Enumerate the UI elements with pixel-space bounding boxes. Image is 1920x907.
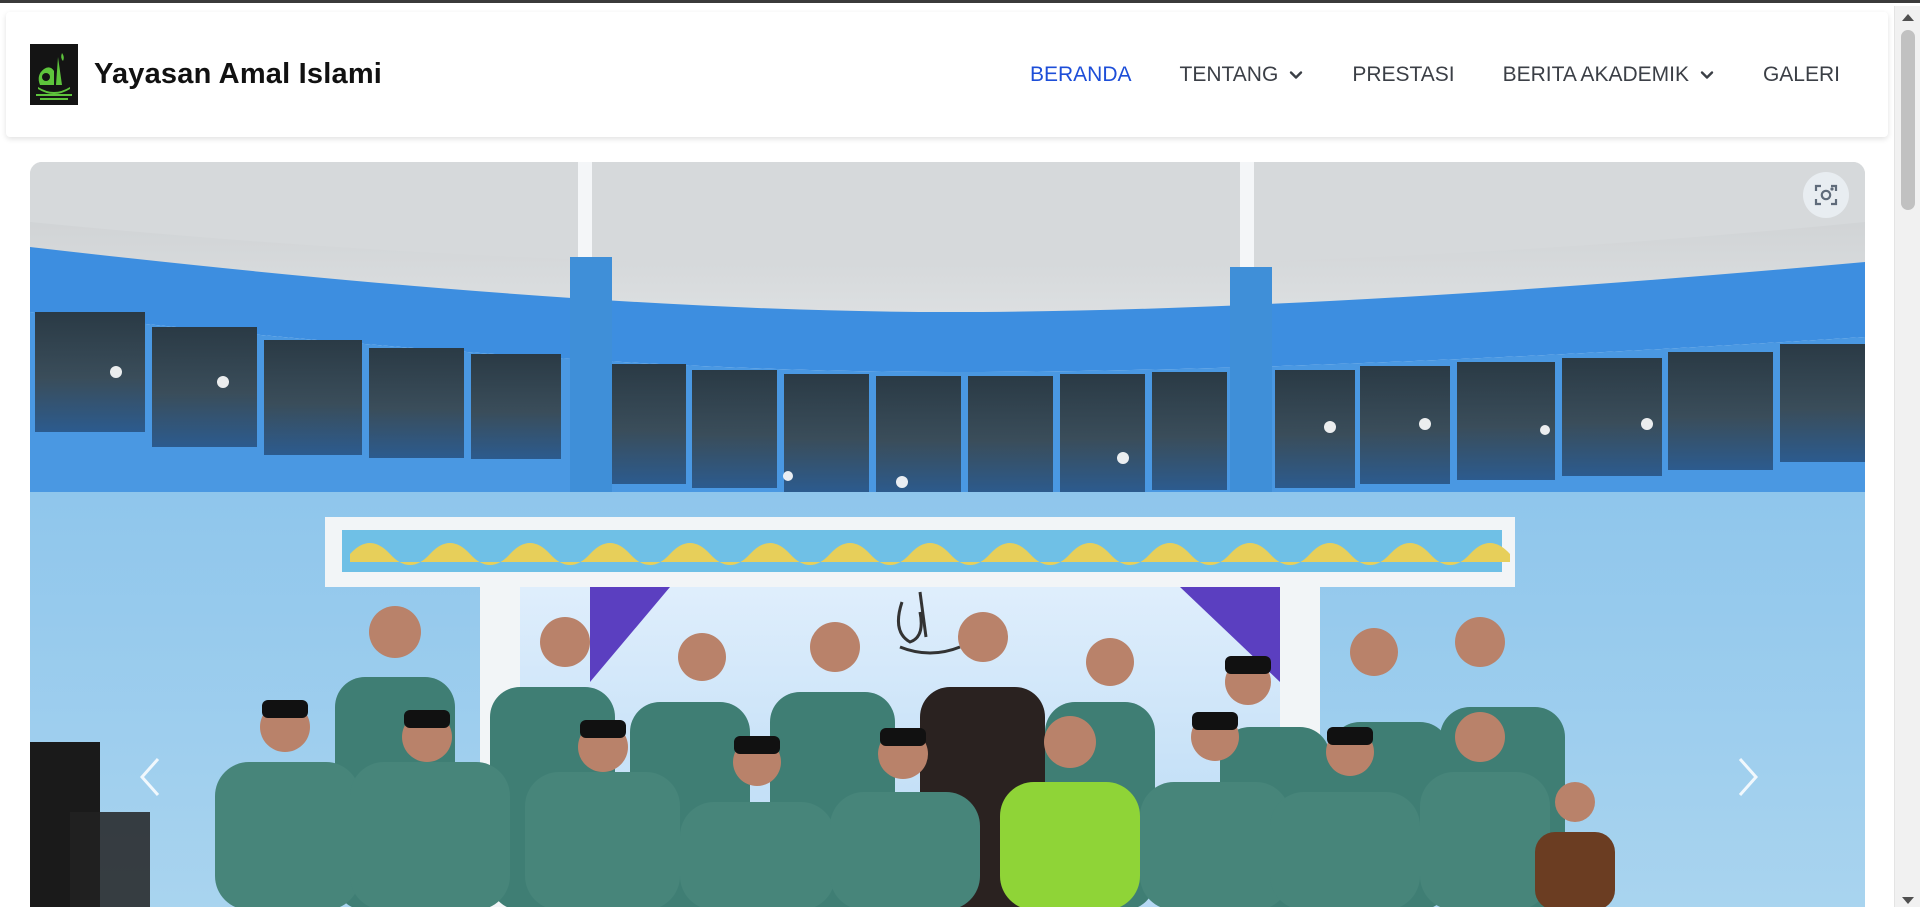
page-scrollbar[interactable] xyxy=(1894,6,1920,907)
brand-name: Yayasan Amal Islami xyxy=(94,58,383,90)
yai-logo-icon xyxy=(30,44,78,105)
carousel-prev-button[interactable] xyxy=(130,747,170,807)
site-header: Yayasan Amal Islami BERANDA TENTANG PRES… xyxy=(6,12,1888,137)
nav-item-berita-akademik[interactable]: BERITA AKADEMIK xyxy=(1479,63,1739,87)
chevron-left-icon xyxy=(139,758,160,796)
hero-carousel[interactable] xyxy=(30,162,1865,907)
nav-item-tentang[interactable]: TENTANG xyxy=(1156,63,1329,87)
scroll-down-arrow[interactable] xyxy=(1902,897,1914,904)
nav-item-label: BERANDA xyxy=(1030,62,1132,86)
nav-item-galeri[interactable]: GALERI xyxy=(1739,63,1864,87)
nav-item-label: TENTANG xyxy=(1179,62,1279,86)
nav-item-label: GALERI xyxy=(1762,62,1840,86)
chevron-right-icon xyxy=(1738,758,1759,796)
nav-item-label: BERITA AKADEMIK xyxy=(1502,62,1689,86)
main-nav: BERANDA TENTANG PRESTASI BERITA AKADEMIK… xyxy=(1006,63,1864,87)
nav-item-beranda[interactable]: BERANDA xyxy=(1006,63,1156,87)
chevron-down-icon xyxy=(1290,70,1303,79)
scroll-up-arrow[interactable] xyxy=(1902,14,1914,21)
nav-item-prestasi[interactable]: PRESTASI xyxy=(1328,63,1478,87)
carousel-next-button[interactable] xyxy=(1728,747,1768,807)
group-photo-image xyxy=(30,162,1865,907)
nav-item-label: PRESTASI xyxy=(1352,62,1455,86)
visual-search-icon[interactable] xyxy=(1803,172,1849,218)
chevron-down-icon xyxy=(1700,70,1714,79)
brand[interactable]: Yayasan Amal Islami xyxy=(30,44,382,105)
page: Yayasan Amal Islami BERANDA TENTANG PRES… xyxy=(0,6,1894,907)
scroll-thumb[interactable] xyxy=(1901,30,1915,210)
